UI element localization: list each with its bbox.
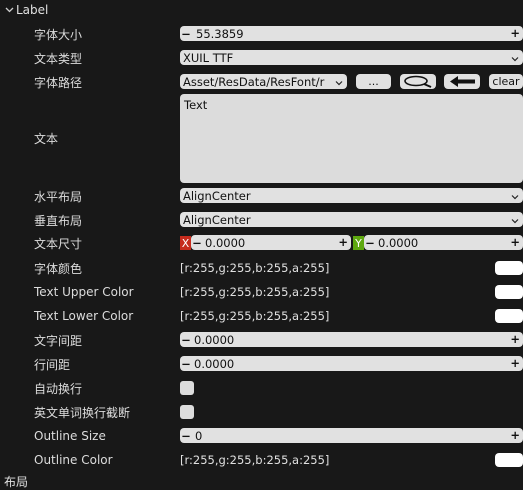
- next-section-header[interactable]: 布局: [0, 474, 29, 489]
- decrement-icon[interactable]: −: [180, 357, 192, 371]
- upper-color-swatch[interactable]: [495, 285, 523, 299]
- outline-color-swatch[interactable]: [495, 453, 523, 467]
- upper-color-value: [r:255,g:255,b:255,a:255]: [180, 285, 330, 299]
- row-auto-wrap: 自动换行: [0, 378, 523, 398]
- font-size-field[interactable]: − 55.3859 +: [180, 26, 523, 41]
- v-layout-label: 垂直布局: [34, 213, 83, 228]
- row-font-path: 字体路径 Asset/ResData/ResFont/r ... clear: [0, 73, 523, 91]
- section-title: Label: [16, 3, 49, 17]
- row-v-layout: 垂直布局 AlignCenter: [0, 211, 523, 229]
- row-text-type: 文本类型 XUIL TTF: [0, 49, 523, 67]
- char-spacing-label: 文字间距: [34, 333, 83, 348]
- char-spacing-value: 0.0000: [194, 332, 235, 347]
- text-size-x-field[interactable]: − 0.0000 +: [191, 235, 351, 250]
- font-color-swatch[interactable]: [495, 261, 523, 275]
- increment-icon[interactable]: +: [510, 332, 520, 346]
- decrement-icon[interactable]: −: [180, 27, 192, 41]
- increment-icon[interactable]: +: [338, 235, 348, 249]
- row-font-size: 字体大小 − 55.3859 +: [0, 25, 523, 43]
- outline-size-label: Outline Size: [34, 429, 106, 443]
- v-layout-value: AlignCenter: [183, 212, 251, 227]
- increment-icon[interactable]: +: [510, 26, 520, 40]
- line-spacing-label: 行间距: [34, 357, 71, 372]
- chevron-down-icon: [511, 51, 519, 65]
- locate-button[interactable]: [444, 74, 480, 89]
- search-button[interactable]: [400, 74, 436, 89]
- row-outline-size: Outline Size − 0 +: [0, 427, 523, 445]
- row-lower-color: Text Lower Color [r:255,g:255,b:255,a:25…: [0, 306, 523, 326]
- word-break-label: 英文单词换行截断: [34, 405, 131, 420]
- font-color-value: [r:255,g:255,b:255,a:255]: [180, 261, 330, 275]
- increment-icon[interactable]: +: [510, 356, 520, 370]
- y-badge: Y: [353, 236, 364, 250]
- row-outline-color: Outline Color [r:255,g:255,b:255,a:255]: [0, 450, 523, 470]
- chevron-down-icon: [511, 213, 519, 227]
- row-text-size: 文本尺寸 X − 0.0000 + Y − 0.0000 +: [0, 234, 523, 252]
- lower-color-label: Text Lower Color: [34, 309, 134, 323]
- decrement-icon[interactable]: −: [180, 429, 192, 443]
- text-size-y-field[interactable]: − 0.0000 +: [364, 235, 523, 250]
- row-word-break: 英文单词换行截断: [0, 402, 523, 422]
- line-spacing-field[interactable]: − 0.0000 +: [180, 356, 523, 371]
- text-area[interactable]: Text: [180, 94, 523, 183]
- outline-size-value: 0: [195, 428, 203, 443]
- chevron-down-icon: [335, 75, 343, 89]
- upper-color-label: Text Upper Color: [34, 285, 134, 299]
- browse-button[interactable]: ...: [356, 74, 391, 89]
- text-label: 文本: [34, 132, 59, 146]
- row-char-spacing: 文字间距 − 0.0000 +: [0, 331, 523, 349]
- v-layout-dropdown[interactable]: AlignCenter: [180, 212, 523, 227]
- word-break-checkbox[interactable]: [180, 405, 194, 419]
- h-layout-label: 水平布局: [34, 189, 83, 204]
- chevron-down-icon[interactable]: [2, 3, 16, 17]
- text-size-y-value: 0.0000: [378, 235, 419, 250]
- h-layout-dropdown[interactable]: AlignCenter: [180, 188, 523, 203]
- h-layout-value: AlignCenter: [183, 188, 251, 203]
- outline-color-value: [r:255,g:255,b:255,a:255]: [180, 453, 330, 467]
- row-line-spacing: 行间距 − 0.0000 +: [0, 355, 523, 373]
- font-size-value: 55.3859: [196, 26, 244, 41]
- font-path-dropdown[interactable]: Asset/ResData/ResFont/r: [180, 74, 347, 89]
- text-type-dropdown[interactable]: XUIL TTF: [180, 50, 523, 65]
- font-path-label: 字体路径: [34, 75, 83, 90]
- font-color-label: 字体颜色: [34, 261, 83, 276]
- auto-wrap-checkbox[interactable]: [180, 381, 194, 395]
- increment-icon[interactable]: +: [510, 428, 520, 442]
- increment-icon[interactable]: +: [510, 235, 520, 249]
- decrement-icon[interactable]: −: [364, 236, 376, 250]
- decrement-icon[interactable]: −: [191, 236, 203, 250]
- clear-button[interactable]: clear: [489, 74, 523, 89]
- lower-color-swatch[interactable]: [495, 309, 523, 323]
- x-badge: X: [180, 236, 191, 250]
- row-h-layout: 水平布局 AlignCenter: [0, 187, 523, 205]
- auto-wrap-label: 自动换行: [34, 381, 83, 396]
- lower-color-value: [r:255,g:255,b:255,a:255]: [180, 309, 330, 323]
- row-font-color: 字体颜色 [r:255,g:255,b:255,a:255]: [0, 258, 523, 278]
- text-type-value: XUIL TTF: [183, 50, 234, 65]
- font-size-label: 字体大小: [34, 27, 83, 42]
- decrement-icon[interactable]: −: [180, 333, 192, 347]
- row-upper-color: Text Upper Color [r:255,g:255,b:255,a:25…: [0, 282, 523, 302]
- next-section-title: 布局: [4, 474, 29, 489]
- section-header-label[interactable]: Label: [0, 0, 523, 20]
- arrow-left-icon: [450, 76, 475, 87]
- text-type-label: 文本类型: [34, 51, 83, 66]
- magnifier-icon: [404, 75, 432, 88]
- outline-size-field[interactable]: − 0 +: [180, 428, 523, 443]
- text-size-x-value: 0.0000: [205, 235, 246, 250]
- font-path-value: Asset/ResData/ResFont/r: [183, 74, 325, 89]
- char-spacing-field[interactable]: − 0.0000 +: [180, 332, 523, 347]
- line-spacing-value: 0.0000: [194, 356, 235, 371]
- text-size-label: 文本尺寸: [34, 236, 83, 251]
- outline-color-label: Outline Color: [34, 453, 113, 467]
- chevron-down-icon: [511, 189, 519, 203]
